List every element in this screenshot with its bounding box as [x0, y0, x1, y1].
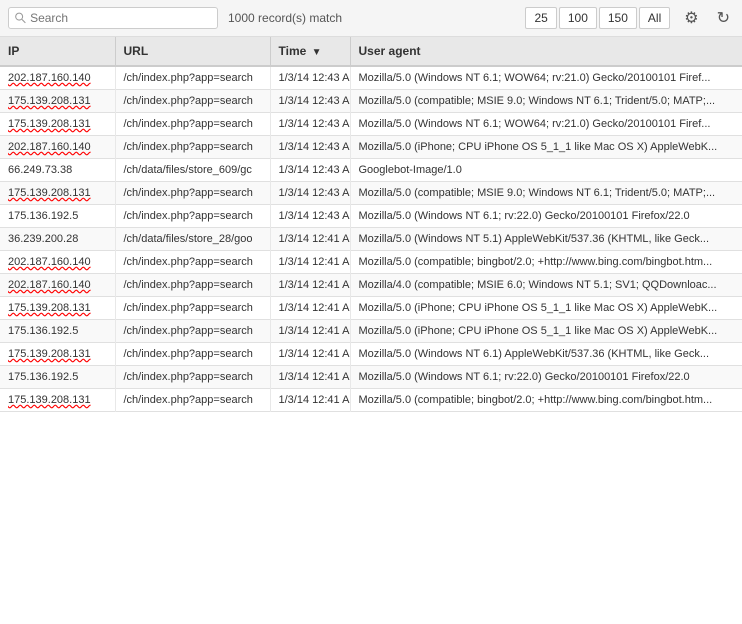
- cell-ip: 202.187.160.140: [0, 136, 115, 159]
- cell-ip: 175.136.192.5: [0, 205, 115, 228]
- cell-ip: 202.187.160.140: [0, 251, 115, 274]
- table-row: 175.136.192.5/ch/index.php?app=search1/3…: [0, 205, 742, 228]
- search-box[interactable]: [8, 7, 218, 29]
- table-row: 175.136.192.5/ch/index.php?app=search1/3…: [0, 320, 742, 343]
- cell-url: /ch/data/files/store_609/gc: [115, 159, 270, 182]
- cell-url: /ch/index.php?app=search: [115, 66, 270, 90]
- cell-url: /ch/index.php?app=search: [115, 113, 270, 136]
- cell-time: 1/3/14 12:43 A: [270, 159, 350, 182]
- cell-ip: 175.139.208.131: [0, 90, 115, 113]
- cell-ua: Mozilla/5.0 (Windows NT 6.1; rv:22.0) Ge…: [350, 205, 742, 228]
- table-row: 202.187.160.140/ch/index.php?app=search1…: [0, 251, 742, 274]
- cell-time: 1/3/14 12:43 A: [270, 113, 350, 136]
- cell-url: /ch/index.php?app=search: [115, 366, 270, 389]
- data-table: IP URL Time ▼ User agent 202.187.160.140…: [0, 37, 742, 412]
- col-header-time[interactable]: Time ▼: [270, 37, 350, 66]
- cell-time: 1/3/14 12:43 A: [270, 205, 350, 228]
- table-body: 202.187.160.140/ch/index.php?app=search1…: [0, 66, 742, 412]
- cell-ua: Googlebot-Image/1.0: [350, 159, 742, 182]
- cell-time: 1/3/14 12:41 A: [270, 274, 350, 297]
- cell-time: 1/3/14 12:43 A: [270, 182, 350, 205]
- cell-url: /ch/index.php?app=search: [115, 297, 270, 320]
- col-header-url[interactable]: URL: [115, 37, 270, 66]
- table-row: 202.187.160.140/ch/index.php?app=search1…: [0, 136, 742, 159]
- cell-time: 1/3/14 12:41 A: [270, 251, 350, 274]
- cell-ua: Mozilla/5.0 (Windows NT 6.1; WOW64; rv:2…: [350, 113, 742, 136]
- cell-ip: 175.139.208.131: [0, 182, 115, 205]
- cell-time: 1/3/14 12:41 A: [270, 297, 350, 320]
- cell-url: /ch/data/files/store_28/goo: [115, 228, 270, 251]
- cell-time: 1/3/14 12:41 A: [270, 343, 350, 366]
- cell-ua: Mozilla/5.0 (compatible; bingbot/2.0; +h…: [350, 251, 742, 274]
- table-row: 66.249.73.38/ch/data/files/store_609/gc1…: [0, 159, 742, 182]
- col-header-ip[interactable]: IP: [0, 37, 115, 66]
- table-row: 175.139.208.131/ch/index.php?app=search1…: [0, 343, 742, 366]
- refresh-button[interactable]: ↻: [713, 6, 734, 30]
- table-row: 175.139.208.131/ch/index.php?app=search1…: [0, 113, 742, 136]
- cell-time: 1/3/14 12:43 A: [270, 90, 350, 113]
- cell-ua: Mozilla/5.0 (Windows NT 6.1) AppleWebKit…: [350, 343, 742, 366]
- cell-time: 1/3/14 12:41 A: [270, 389, 350, 412]
- cell-ua: Mozilla/5.0 (compatible; MSIE 9.0; Windo…: [350, 90, 742, 113]
- page-size-100-button[interactable]: 100: [559, 7, 597, 29]
- cell-url: /ch/index.php?app=search: [115, 389, 270, 412]
- table-row: 175.139.208.131/ch/index.php?app=search1…: [0, 182, 742, 205]
- cell-time: 1/3/14 12:43 A: [270, 136, 350, 159]
- cell-ua: Mozilla/5.0 (iPhone; CPU iPhone OS 5_1_1…: [350, 297, 742, 320]
- cell-url: /ch/index.php?app=search: [115, 251, 270, 274]
- records-label: 1000 record(s) match: [228, 11, 515, 25]
- col-header-ua[interactable]: User agent: [350, 37, 742, 66]
- cell-ip: 175.139.208.131: [0, 343, 115, 366]
- page-size-25-button[interactable]: 25: [525, 7, 556, 29]
- cell-ua: Mozilla/5.0 (iPhone; CPU iPhone OS 5_1_1…: [350, 320, 742, 343]
- table-header-row: IP URL Time ▼ User agent: [0, 37, 742, 66]
- table-row: 202.187.160.140/ch/index.php?app=search1…: [0, 66, 742, 90]
- cell-ip: 175.139.208.131: [0, 297, 115, 320]
- table-row: 202.187.160.140/ch/index.php?app=search1…: [0, 274, 742, 297]
- settings-button[interactable]: ⚙: [680, 6, 702, 30]
- cell-ip: 175.136.192.5: [0, 366, 115, 389]
- cell-url: /ch/index.php?app=search: [115, 90, 270, 113]
- cell-time: 1/3/14 12:41 A: [270, 366, 350, 389]
- cell-ua: Mozilla/5.0 (Windows NT 6.1; rv:22.0) Ge…: [350, 366, 742, 389]
- cell-ip: 202.187.160.140: [0, 274, 115, 297]
- cell-ip: 66.249.73.38: [0, 159, 115, 182]
- page-size-buttons: 25100150All: [525, 7, 670, 29]
- cell-ua: Mozilla/5.0 (Windows NT 6.1; WOW64; rv:2…: [350, 66, 742, 90]
- cell-time: 1/3/14 12:41 A: [270, 228, 350, 251]
- cell-ua: Mozilla/5.0 (iPhone; CPU iPhone OS 5_1_1…: [350, 136, 742, 159]
- cell-time: 1/3/14 12:43 A: [270, 66, 350, 90]
- cell-ip: 202.187.160.140: [0, 66, 115, 90]
- table-row: 175.136.192.5/ch/index.php?app=search1/3…: [0, 366, 742, 389]
- sort-icon: ▼: [312, 47, 322, 58]
- table-row: 36.239.200.28/ch/data/files/store_28/goo…: [0, 228, 742, 251]
- cell-url: /ch/index.php?app=search: [115, 205, 270, 228]
- page-size-All-button[interactable]: All: [639, 7, 670, 29]
- cell-url: /ch/index.php?app=search: [115, 136, 270, 159]
- table-row: 175.139.208.131/ch/index.php?app=search1…: [0, 297, 742, 320]
- top-bar: 1000 record(s) match 25100150All ⚙ ↻: [0, 0, 742, 37]
- cell-ip: 175.136.192.5: [0, 320, 115, 343]
- cell-ip: 36.239.200.28: [0, 228, 115, 251]
- table-row: 175.139.208.131/ch/index.php?app=search1…: [0, 90, 742, 113]
- page-size-150-button[interactable]: 150: [599, 7, 637, 29]
- cell-url: /ch/index.php?app=search: [115, 343, 270, 366]
- cell-url: /ch/index.php?app=search: [115, 182, 270, 205]
- search-icon: [15, 12, 26, 24]
- cell-url: /ch/index.php?app=search: [115, 274, 270, 297]
- cell-ua: Mozilla/5.0 (compatible; MSIE 9.0; Windo…: [350, 182, 742, 205]
- cell-ua: Mozilla/5.0 (Windows NT 5.1) AppleWebKit…: [350, 228, 742, 251]
- cell-url: /ch/index.php?app=search: [115, 320, 270, 343]
- cell-ua: Mozilla/4.0 (compatible; MSIE 6.0; Windo…: [350, 274, 742, 297]
- cell-ua: Mozilla/5.0 (compatible; bingbot/2.0; +h…: [350, 389, 742, 412]
- cell-ip: 175.139.208.131: [0, 113, 115, 136]
- cell-ip: 175.139.208.131: [0, 389, 115, 412]
- cell-time: 1/3/14 12:41 A: [270, 320, 350, 343]
- search-input[interactable]: [30, 11, 211, 25]
- table-row: 175.139.208.131/ch/index.php?app=search1…: [0, 389, 742, 412]
